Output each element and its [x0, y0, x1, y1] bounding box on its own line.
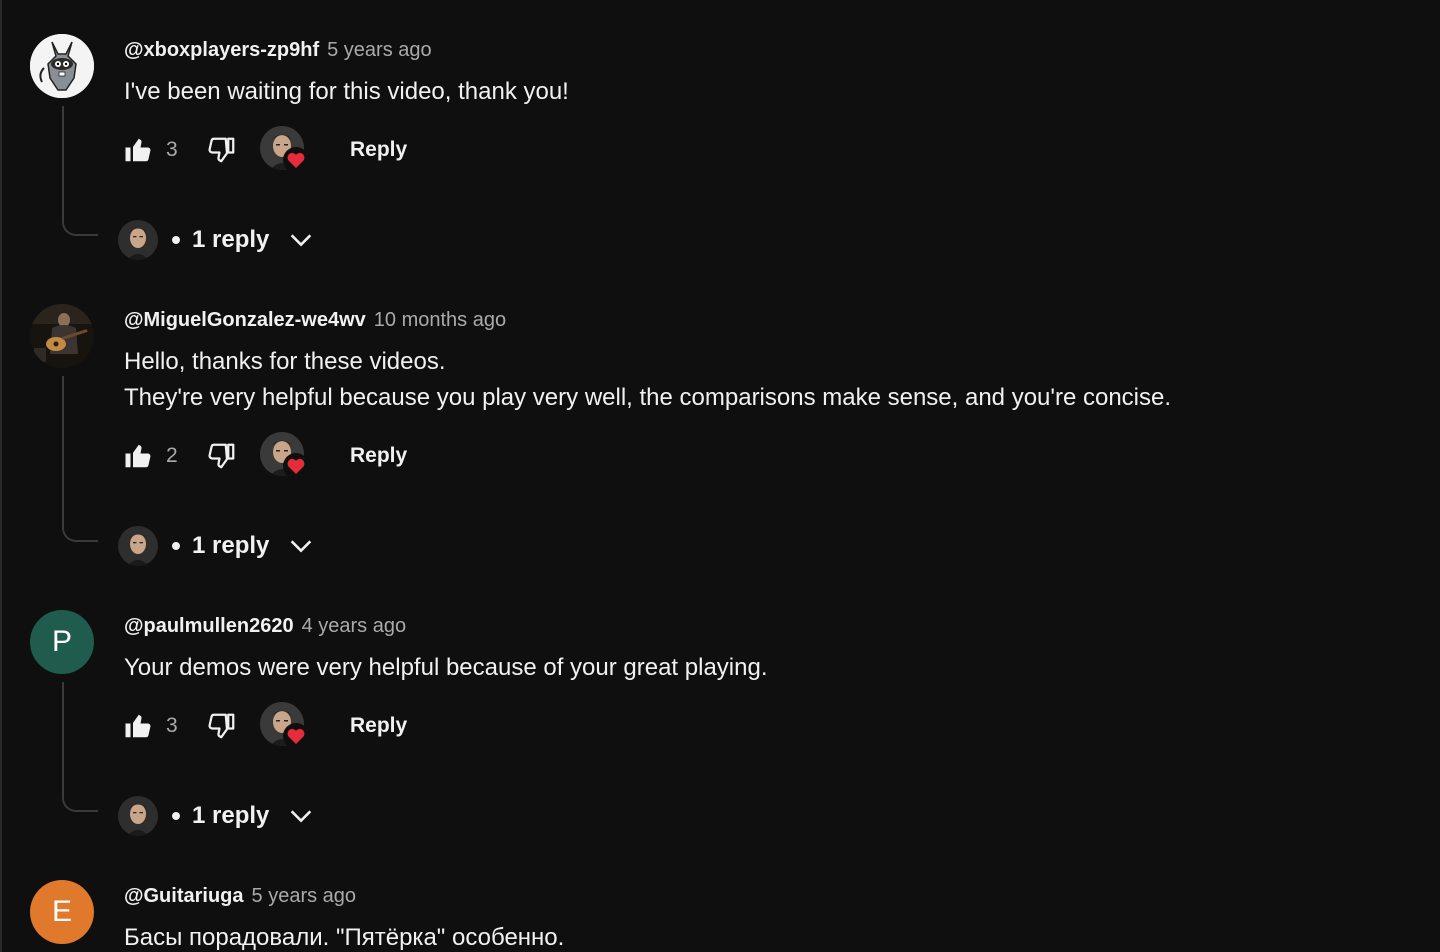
thread-connector [62, 106, 98, 236]
comment-time[interactable]: 5 years ago [327, 39, 432, 61]
reply-button[interactable]: Reply [350, 444, 407, 468]
creator-heart-badge [260, 432, 309, 480]
comment-time[interactable]: 4 years ago [302, 615, 407, 637]
avatar-letter: E [51, 895, 72, 928]
comment-actions: 3 Reply [120, 702, 407, 750]
bullet-dot [172, 236, 180, 244]
dislike-button[interactable] [204, 132, 240, 168]
raccoon-cartoon-icon [30, 34, 94, 98]
guitar-player-photo [30, 304, 94, 368]
comment-text: Басы порадовали. "Пятёрка" особенно. [124, 920, 564, 952]
comment-line: They're very helpful because you play ve… [124, 384, 1172, 411]
comment-line: Your demos were very helpful because of … [124, 654, 768, 681]
commenter-avatar[interactable]: E [30, 880, 94, 944]
comments-section: @xboxplayers-zp9hf 5 years ago I've been … [0, 0, 1440, 952]
view-replies-button[interactable]: 1 reply [118, 792, 315, 840]
dislike-button[interactable] [204, 438, 240, 474]
like-count: 3 [166, 138, 178, 161]
creator-heart-badge [260, 702, 309, 750]
comment-text: I've been waiting for this video, thank … [124, 74, 569, 110]
commenter-avatar[interactable]: P [30, 610, 94, 674]
comment-author[interactable]: @xboxplayers-zp9hf [124, 39, 319, 61]
thumbs-up-icon [125, 444, 151, 468]
comment-header: @Guitariuga 5 years ago [124, 882, 356, 910]
comment-text: Your demos were very helpful because of … [124, 650, 768, 686]
heart-icon [283, 723, 309, 749]
chevron-down-icon [291, 540, 312, 553]
avatar-letter: P [51, 625, 72, 658]
comment-header: @MiguelGonzalez-we4wv 10 months ago [124, 306, 506, 334]
reply-author-avatar [118, 796, 158, 836]
creator-heart-badge [260, 126, 309, 174]
replies-count-label: 1 reply [192, 226, 270, 253]
like-button[interactable] [120, 438, 156, 474]
thumbs-up-icon [125, 714, 151, 738]
commenter-avatar[interactable] [30, 304, 94, 368]
view-replies-button[interactable]: 1 reply [118, 522, 315, 570]
thumbs-down-icon [208, 713, 235, 739]
reply-author-avatar [118, 526, 158, 566]
thread-connector [62, 682, 98, 812]
heart-icon [283, 147, 309, 173]
thumbs-down-icon [208, 443, 235, 469]
commenter-avatar[interactable] [30, 34, 94, 98]
comment-time[interactable]: 10 months ago [374, 309, 506, 331]
reply-button[interactable]: Reply [350, 714, 407, 738]
like-count: 2 [166, 444, 178, 467]
comment-line: I've been waiting for this video, thank … [124, 78, 569, 105]
bullet-dot [172, 542, 180, 550]
heart-icon [283, 453, 309, 479]
comment-line: Hello, thanks for these videos. [124, 348, 446, 375]
comment-line: Басы порадовали. "Пятёрка" особенно. [124, 924, 565, 951]
dislike-button[interactable] [204, 708, 240, 744]
comment-author[interactable]: @MiguelGonzalez-we4wv [124, 309, 366, 331]
thread-connector [62, 376, 98, 542]
like-count: 3 [166, 714, 178, 737]
like-button[interactable] [120, 708, 156, 744]
view-replies-button[interactable]: 1 reply [118, 216, 315, 264]
replies-count-label: 1 reply [192, 532, 270, 559]
comment-header: @paulmullen2620 4 years ago [124, 612, 406, 640]
comment-author[interactable]: @paulmullen2620 [124, 615, 294, 637]
comment-text: Hello, thanks for these videos. They're … [124, 344, 1171, 416]
reply-author-avatar [118, 220, 158, 260]
comment-actions: 3 Reply [120, 126, 407, 174]
comment-actions: 2 Reply [120, 432, 407, 480]
thumbs-down-icon [208, 137, 235, 163]
comment-header: @xboxplayers-zp9hf 5 years ago [124, 36, 432, 64]
replies-count-label: 1 reply [192, 802, 270, 829]
comment-author[interactable]: @Guitariuga [124, 885, 244, 907]
thumbs-up-icon [125, 138, 151, 162]
reply-button[interactable]: Reply [350, 138, 407, 162]
comment-time[interactable]: 5 years ago [252, 885, 357, 907]
like-button[interactable] [120, 132, 156, 168]
chevron-down-icon [291, 810, 312, 823]
chevron-down-icon [291, 234, 312, 247]
bullet-dot [172, 812, 180, 820]
